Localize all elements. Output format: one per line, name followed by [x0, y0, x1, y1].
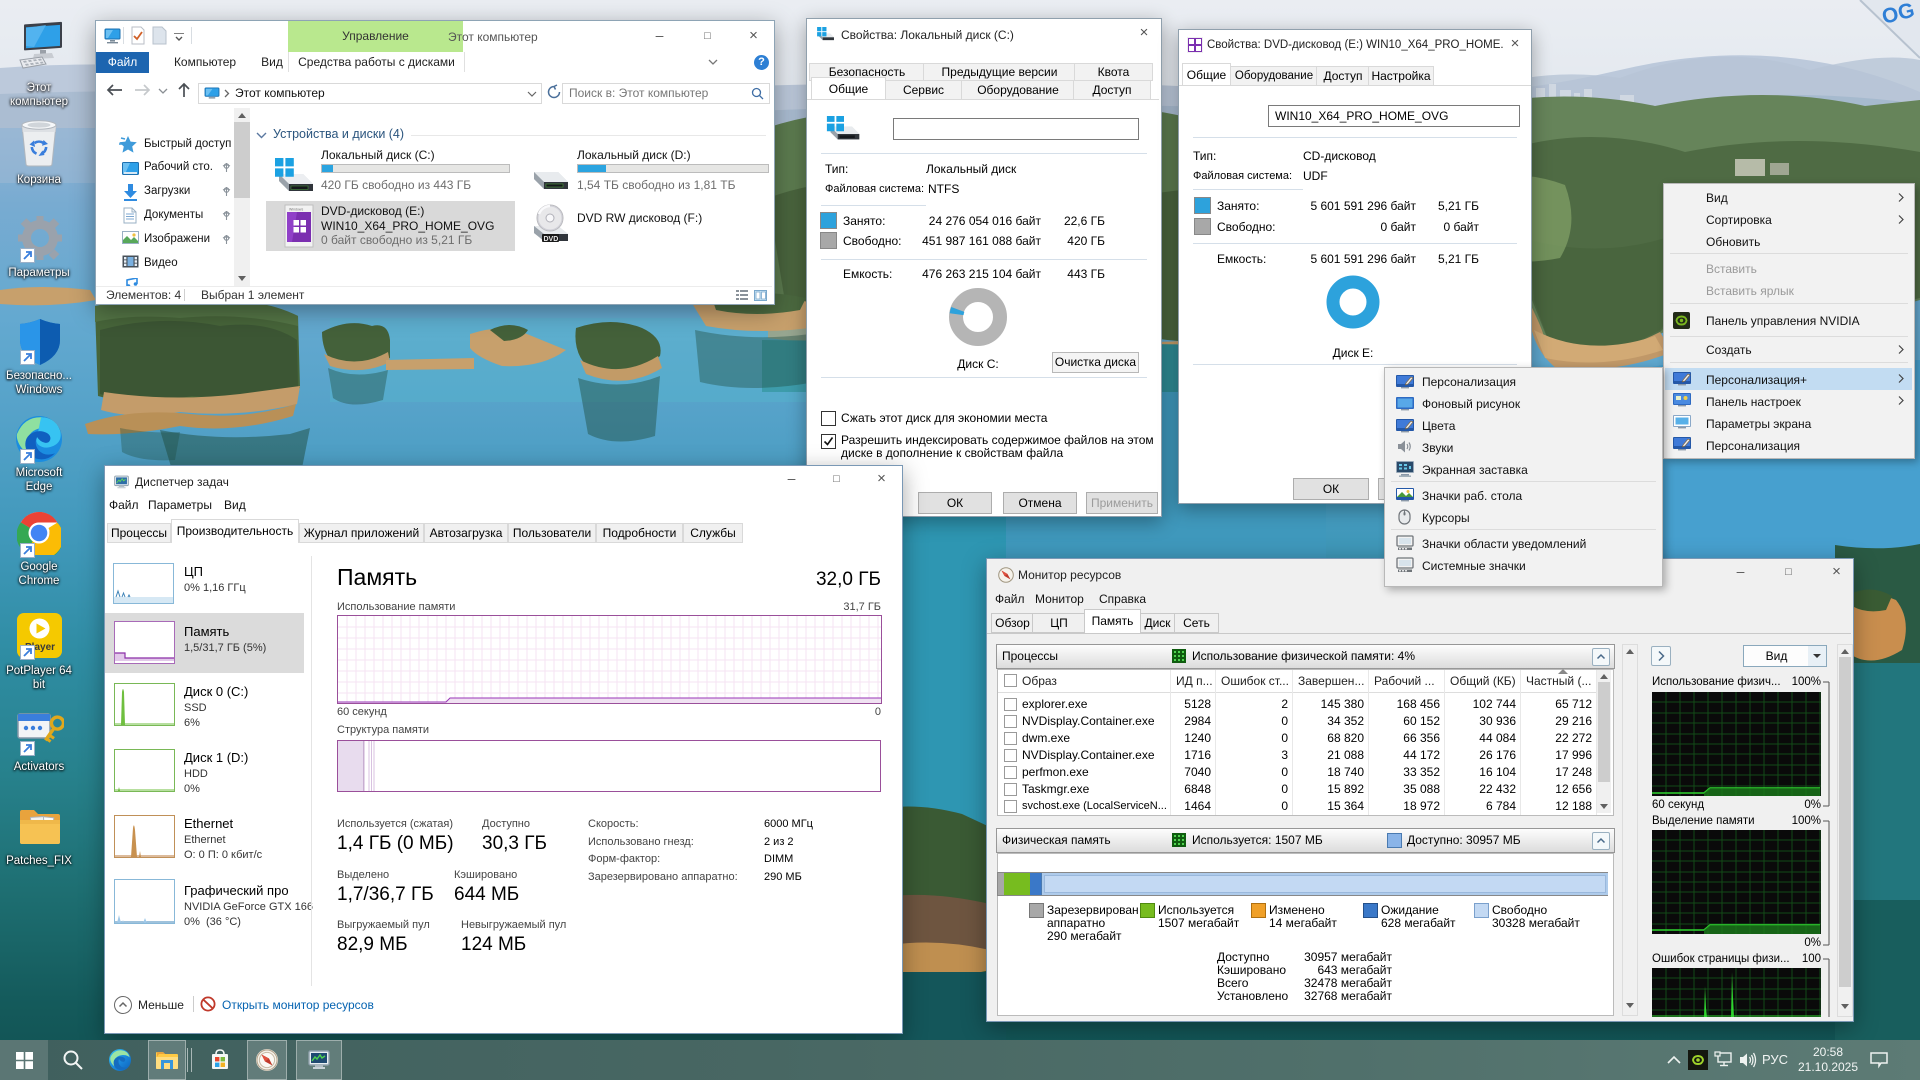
svg-text:DVD: DVD: [544, 236, 559, 243]
svg-text:Windows: Windows: [289, 208, 303, 212]
